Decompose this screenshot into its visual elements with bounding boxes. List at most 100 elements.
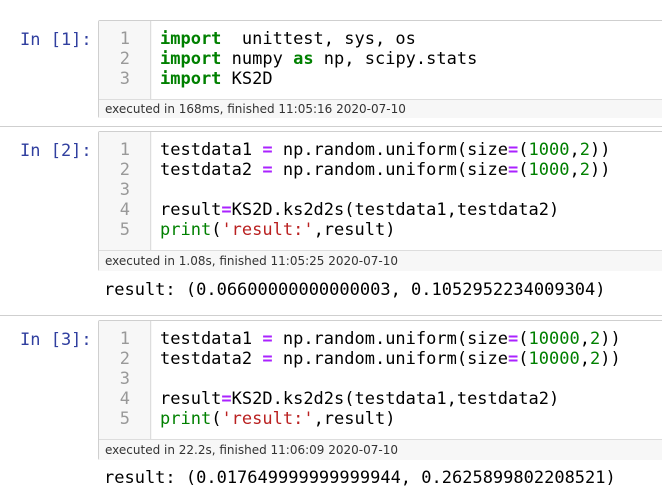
line-number: 3 bbox=[119, 69, 130, 89]
code-token: 1000 bbox=[528, 160, 570, 180]
line-number: 4 bbox=[119, 389, 130, 409]
code-token: np.random.uniform(size bbox=[272, 160, 509, 180]
cell-1-input-area[interactable]: 123 import unittest, sys, os import numpy… bbox=[98, 20, 662, 118]
code-token: ( bbox=[518, 349, 529, 369]
line-number: 1 bbox=[119, 329, 130, 349]
code-token: testdata1 bbox=[160, 329, 263, 349]
code-token: ( bbox=[211, 220, 222, 240]
code-token: , bbox=[579, 349, 590, 369]
code-line[interactable]: testdata2 = np.random.uniform(size=(1000… bbox=[160, 160, 610, 180]
cell-1-execution-footer: executed in 168ms, finished 11:05:16 202… bbox=[99, 99, 662, 118]
cell-2-execution-footer: executed in 1.08s, finished 11:05:25 202… bbox=[99, 250, 662, 271]
code-token: )) bbox=[600, 329, 621, 349]
code-token: = bbox=[508, 329, 519, 349]
code-token: )) bbox=[589, 160, 611, 180]
code-line[interactable]: print('result:',result) bbox=[160, 409, 395, 429]
code-token: unittest, sys, os bbox=[221, 29, 416, 49]
code-token: = bbox=[262, 329, 273, 349]
cell-3-input-area[interactable]: 12345 testdata1 = np.random.uniform(size… bbox=[98, 320, 662, 460]
cell-1-code-editor[interactable]: import unittest, sys, os import numpy as … bbox=[152, 21, 662, 99]
line-number: 5 bbox=[119, 409, 130, 429]
line-number: 3 bbox=[119, 180, 130, 200]
code-token: ( bbox=[518, 329, 529, 349]
code-token: = bbox=[262, 140, 273, 160]
code-token: KS2D bbox=[221, 69, 273, 89]
line-number: 1 bbox=[119, 140, 130, 160]
code-token: )) bbox=[600, 349, 621, 369]
code-token: 2 bbox=[579, 140, 590, 160]
cell-1-line-gutter: 123 bbox=[99, 21, 151, 99]
cell-1-prompt: In [1]: bbox=[20, 30, 92, 50]
cell-2-line-gutter: 12345 bbox=[99, 132, 151, 250]
cell-2-output: result: (0.06600000000000003, 0.10529522… bbox=[104, 280, 606, 300]
code-token: import bbox=[160, 49, 222, 69]
code-token: = bbox=[508, 349, 519, 369]
cell-3-execution-footer: executed in 22.2s, finished 11:06:09 202… bbox=[99, 439, 662, 460]
code-token: ( bbox=[518, 140, 529, 160]
code-line[interactable]: import unittest, sys, os bbox=[160, 29, 416, 49]
code-token: np.random.uniform(size bbox=[272, 329, 509, 349]
line-number: 2 bbox=[119, 160, 130, 180]
cell-3-line-gutter: 12345 bbox=[99, 321, 151, 439]
code-token: ( bbox=[211, 409, 222, 429]
code-line[interactable]: result=KS2D.ks2d2s(testdata1,testdata2) bbox=[160, 389, 559, 409]
code-token: ( bbox=[518, 160, 529, 180]
code-token: , bbox=[569, 140, 580, 160]
code-line[interactable]: print('result:',result) bbox=[160, 220, 395, 240]
cell-3-code-editor[interactable]: testdata1 = np.random.uniform(size=(1000… bbox=[152, 321, 662, 439]
code-token: 2 bbox=[589, 349, 601, 369]
line-number: 2 bbox=[119, 49, 130, 69]
code-line[interactable]: result=KS2D.ks2d2s(testdata1,testdata2) bbox=[160, 200, 559, 220]
line-number: 4 bbox=[119, 200, 130, 220]
code-token: np, scipy.stats bbox=[313, 49, 478, 69]
code-token: np.random.uniform(size bbox=[272, 140, 509, 160]
code-token: ,result) bbox=[313, 220, 396, 240]
code-token: = bbox=[221, 200, 232, 220]
line-number: 3 bbox=[119, 369, 130, 389]
cell-2-code-editor[interactable]: testdata1 = np.random.uniform(size=(1000… bbox=[152, 132, 662, 250]
cell-3-output: result: (0.017649999999999944, 0.2625899… bbox=[104, 468, 616, 488]
code-token: 2 bbox=[589, 329, 601, 349]
cell-3-prompt: In [3]: bbox=[20, 330, 92, 350]
code-line[interactable]: testdata1 = np.random.uniform(size=(1000… bbox=[160, 329, 621, 349]
code-line[interactable]: testdata2 = np.random.uniform(size=(1000… bbox=[160, 349, 621, 369]
code-token: , bbox=[579, 329, 590, 349]
code-token: testdata2 bbox=[160, 160, 263, 180]
code-line[interactable]: import KS2D bbox=[160, 69, 273, 89]
code-token: = bbox=[262, 160, 273, 180]
code-token: result bbox=[160, 389, 222, 409]
code-token: = bbox=[508, 140, 519, 160]
code-token: KS2D.ks2d2s(testdata1,testdata2) bbox=[231, 389, 560, 409]
code-token: result bbox=[160, 200, 222, 220]
notebook-cell-2[interactable]: In [2]: 12345 testdata1 = np.random.unif… bbox=[0, 127, 662, 313]
code-token: = bbox=[262, 349, 273, 369]
code-token: numpy bbox=[221, 49, 294, 69]
code-token: import bbox=[160, 69, 222, 89]
cell-2-prompt: In [2]: bbox=[20, 141, 92, 161]
code-token: import bbox=[160, 29, 222, 49]
code-token: KS2D.ks2d2s(testdata1,testdata2) bbox=[231, 200, 560, 220]
code-token: 'result:' bbox=[221, 220, 314, 240]
code-token: np.random.uniform(size bbox=[272, 349, 509, 369]
line-number: 1 bbox=[119, 29, 130, 49]
notebook-cell-3[interactable]: In [3]: 12345 testdata1 = np.random.unif… bbox=[0, 316, 662, 500]
notebook-cell-1[interactable]: In [1]: 123 import unittest, sys, os impo… bbox=[0, 0, 662, 126]
code-token: = bbox=[508, 160, 519, 180]
code-token: = bbox=[221, 389, 232, 409]
code-token: testdata1 bbox=[160, 140, 263, 160]
code-token: , bbox=[569, 160, 580, 180]
code-token: 'result:' bbox=[221, 409, 314, 429]
code-token: testdata2 bbox=[160, 349, 263, 369]
code-token: 10000 bbox=[528, 329, 580, 349]
code-token: as bbox=[293, 49, 314, 69]
line-number: 2 bbox=[119, 349, 130, 369]
code-line[interactable]: testdata1 = np.random.uniform(size=(1000… bbox=[160, 140, 610, 160]
code-token: print bbox=[160, 409, 212, 429]
code-line[interactable]: import numpy as np, scipy.stats bbox=[160, 49, 477, 69]
code-token: 1000 bbox=[528, 140, 570, 160]
code-token: 10000 bbox=[528, 349, 580, 369]
code-token: ,result) bbox=[313, 409, 396, 429]
code-token: )) bbox=[589, 140, 611, 160]
cell-2-input-area[interactable]: 12345 testdata1 = np.random.uniform(size… bbox=[98, 131, 662, 271]
code-token: print bbox=[160, 220, 212, 240]
